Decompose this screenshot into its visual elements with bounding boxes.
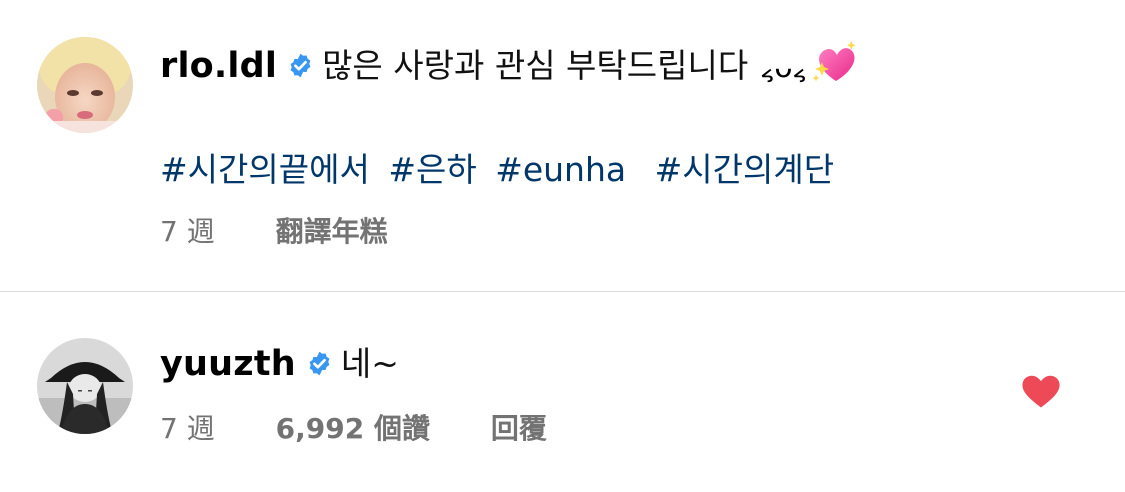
comment-text: 많은 사랑과 관심 부탁드립니다	[322, 46, 749, 85]
hashtag-link[interactable]: #은하	[388, 150, 476, 189]
avatar[interactable]	[37, 338, 133, 434]
username[interactable]: yuuzth	[160, 344, 296, 384]
hashtag-list: #시간의끝에서 #은하 #eunha #시간의계단	[160, 143, 842, 191]
timestamp: 7 週	[160, 215, 215, 248]
verified-badge-icon	[287, 52, 314, 79]
sparkling-heart-icon	[811, 41, 857, 85]
comment-meta: 7 週 翻譯年糕	[160, 210, 388, 250]
timestamp: 7 週	[160, 412, 215, 445]
comment-header: yuuzth 네~	[160, 337, 399, 385]
reply-button[interactable]: 回覆	[491, 407, 547, 447]
hashtag-link[interactable]: #시간의끝에서	[160, 150, 370, 189]
likes-count[interactable]: 6,992 個讚	[276, 407, 430, 447]
avatar[interactable]	[37, 37, 133, 133]
comment-item: rlo.ldl 많은 사랑과 관심 부탁드립니다 ៹ᴗ៹ #시간의끝에서 #은하…	[0, 0, 1125, 291]
hashtag-link[interactable]: #eunha	[495, 150, 626, 189]
verified-badge-icon	[306, 350, 333, 377]
comment-item: yuuzth 네~ 7 週 6,992 個讚 回覆	[0, 292, 1125, 492]
hashtag-link[interactable]: #시간의계단	[655, 150, 834, 189]
translate-button[interactable]: 翻譯年糕	[276, 210, 388, 250]
comment-meta: 7 週 6,992 個讚 回覆	[160, 407, 547, 447]
like-heart-icon[interactable]	[1022, 375, 1060, 409]
comment-header: rlo.ldl 많은 사랑과 관심 부탁드립니다 ៹ᴗ៹	[160, 39, 857, 87]
emoticon-text: ៹ᴗ៹	[760, 50, 807, 85]
username[interactable]: rlo.ldl	[160, 46, 277, 86]
comment-text: 네~	[340, 344, 399, 383]
